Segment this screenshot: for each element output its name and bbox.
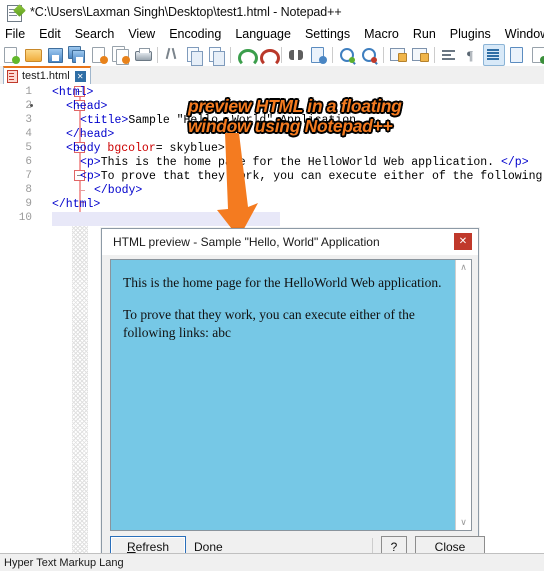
line-number: 6 [25,156,32,168]
refresh-label: efresh [135,540,170,554]
menu-item-plugins[interactable]: Plugins [443,26,498,42]
notepad-plus-plus-icon [6,3,26,22]
tab-test1-html[interactable]: test1.html ✕ [3,66,91,84]
refresh-mnemonic: R [126,540,136,554]
new-file-icon[interactable] [1,45,21,65]
code-line-5: <body bgcolor= skyblue> [66,142,225,155]
line-number: 3 [25,114,32,126]
line-number: 1 [25,86,32,98]
preview-scrollbar[interactable]: ∧ ∨ [455,260,471,530]
menu-item-language[interactable]: Language [228,26,298,42]
line-number: 4 [25,128,32,140]
menu-item-edit[interactable]: Edit [32,26,68,42]
menu-item-encoding[interactable]: Encoding [162,26,228,42]
preview-paragraph-1: This is the home page for the HelloWorld… [123,275,442,290]
sync-vertical-icon[interactable] [388,45,408,65]
show-all-characters-icon[interactable]: ¶ [461,45,481,65]
close-all-icon[interactable] [111,45,131,65]
indent-guide-icon[interactable] [483,43,505,66]
code-line-2: <head> [66,100,108,113]
menu-item-macro[interactable]: Macro [357,26,406,42]
scroll-up-icon[interactable]: ∧ [456,260,471,275]
menu-bar: File Edit Search View Encoding Language … [0,24,544,43]
tab-label: test1.html [22,70,70,82]
line-number-gutter: 1 2 3 4 5 6 7 8 9 10 [0,84,36,554]
code-line-1: <html> [52,86,94,99]
toolbar-separator [332,46,333,63]
code-line-6: <p>This is the home page for the HelloWo… [80,156,529,169]
toolbar-separator [383,46,384,63]
scroll-down-icon[interactable]: ∨ [456,515,471,530]
preview-pane: This is the home page for the HelloWorld… [110,259,472,531]
code-line-8: </body> [94,184,143,197]
toolbar-separator [230,46,231,63]
status-bar: Hyper Text Markup Lang [0,553,544,571]
tab-close-icon[interactable]: ✕ [74,70,86,82]
menu-item-file[interactable]: File [0,26,32,42]
notepad-plus-plus-window: *C:\Users\Laxman Singh\Desktop\test1.htm… [0,0,544,571]
toolbar-separator [157,46,158,63]
word-wrap-icon[interactable] [439,45,459,65]
html-file-icon [7,69,18,83]
preview-html-content: This is the home page for the HelloWorld… [111,260,456,530]
toolbar: ¶ [0,43,544,67]
window-title: *C:\Users\Laxman Singh\Desktop\test1.htm… [30,5,342,19]
code-line-9: </html> [52,198,101,211]
toolbar-separator [434,46,435,63]
line-number: 9 [25,198,32,210]
dialog-title: HTML preview - Sample "Hello, World" App… [113,235,380,249]
undo-icon[interactable] [235,45,258,67]
replace-icon[interactable] [308,45,328,65]
print-icon[interactable] [133,45,153,65]
close-file-icon[interactable] [89,45,109,65]
paste-icon[interactable] [206,45,226,66]
menu-item-run[interactable]: Run [406,26,443,42]
menu-item-settings[interactable]: Settings [298,26,357,42]
dialog-title-bar: HTML preview - Sample "Hello, World" App… [102,229,478,255]
line-number: 8 [25,184,32,196]
tab-bar: test1.html ✕ [0,66,544,85]
redo-icon[interactable] [257,45,280,67]
cut-icon[interactable] [162,45,182,65]
zoom-out-icon[interactable] [359,45,379,65]
html-preview-dialog: HTML preview - Sample "Hello, World" App… [101,228,485,571]
line-number: 10 [18,212,32,224]
fold-margin[interactable] [36,84,88,554]
window-title-bar: *C:\Users\Laxman Singh\Desktop\test1.htm… [0,0,544,24]
sync-horizontal-icon[interactable] [410,45,430,65]
preview-paragraph-2: To prove that they work, you can execute… [123,307,415,340]
find-icon[interactable] [286,45,306,65]
line-number: 7 [25,170,32,182]
code-line-7: <p>To prove that they work, you can exec… [80,170,543,183]
code-line-3: <title>Sample "Hello, World" Application [80,114,357,127]
code-line-4: </head> [66,128,115,141]
copy-icon[interactable] [184,45,204,66]
zoom-in-icon[interactable] [337,45,357,65]
menu-item-window[interactable]: Window [498,26,544,42]
save-icon[interactable] [45,45,65,65]
close-icon[interactable]: ✕ [454,233,472,250]
bookmark-marker [30,104,33,107]
user-defined-language-icon[interactable] [507,45,527,65]
status-bar-language: Hyper Text Markup Lang [4,556,124,569]
show-function-list-icon[interactable] [529,45,544,65]
toolbar-separator [281,46,282,63]
save-all-icon[interactable] [67,45,87,65]
menu-item-search[interactable]: Search [68,26,122,42]
open-file-icon[interactable] [23,45,43,65]
line-number: 5 [25,142,32,154]
menu-item-view[interactable]: View [121,26,162,42]
